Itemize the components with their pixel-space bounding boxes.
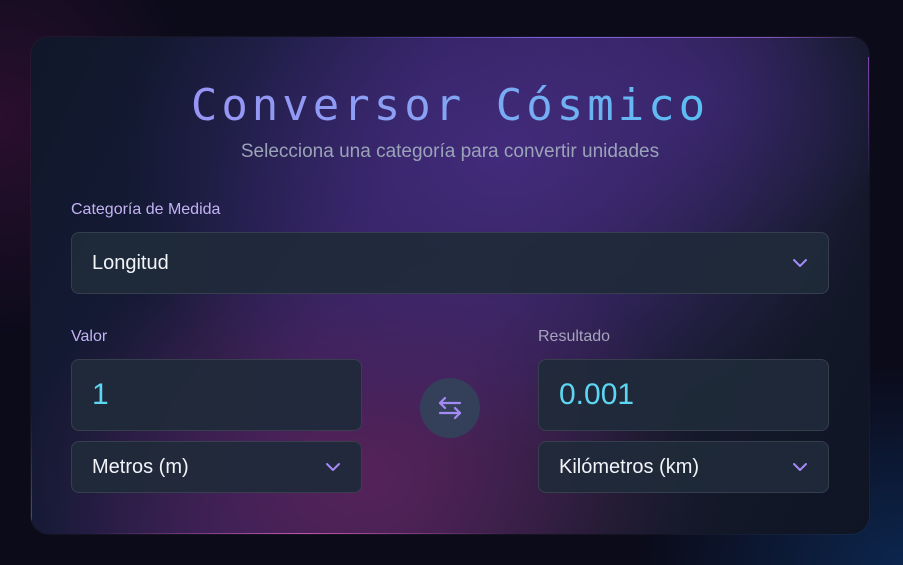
- to-unit-select[interactable]: Kilómetros (km): [538, 441, 829, 493]
- result-label: Resultado: [538, 328, 611, 345]
- chevron-down-icon: [793, 463, 807, 471]
- value-input-text: 1: [92, 378, 109, 411]
- page-subtitle: Selecciona una categoría para convertir …: [240, 141, 660, 162]
- value-label: Valor: [71, 328, 108, 345]
- swap-units-button[interactable]: [420, 378, 480, 438]
- swap-arrows-icon: [438, 396, 462, 420]
- value-input[interactable]: 1: [71, 359, 362, 431]
- chevron-down-icon: [793, 259, 807, 267]
- category-selected-value: Longitud: [92, 251, 169, 274]
- converter-card: Conversor Cósmico Selecciona una categor…: [31, 37, 869, 534]
- result-output-text: 0.001: [559, 378, 635, 411]
- to-unit-value: Kilómetros (km): [559, 455, 700, 478]
- card-content: Conversor Cósmico Selecciona una categor…: [31, 37, 869, 534]
- from-unit-select[interactable]: Metros (m): [71, 441, 362, 493]
- page-title: Conversor Cósmico: [31, 81, 869, 131]
- result-output[interactable]: 0.001: [538, 359, 829, 431]
- category-label: Categoría de Medida: [71, 201, 221, 218]
- category-select[interactable]: Longitud: [71, 232, 829, 294]
- chevron-down-icon: [326, 463, 340, 471]
- from-unit-value: Metros (m): [92, 455, 189, 478]
